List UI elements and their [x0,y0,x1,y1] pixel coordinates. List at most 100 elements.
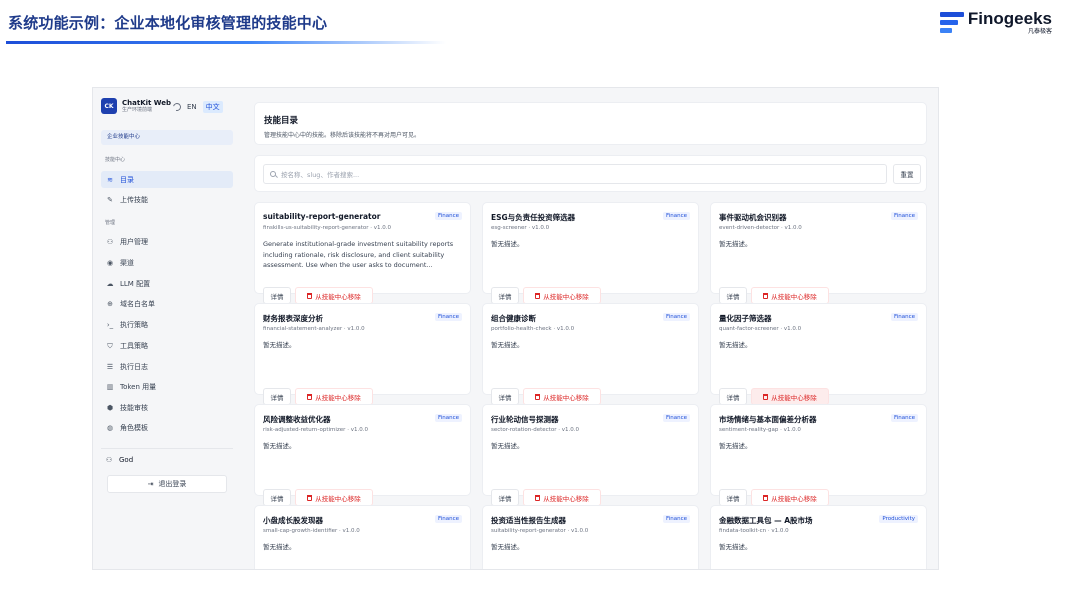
detail-button[interactable]: 详情 [719,388,747,405]
sidebar-item-exec-policy[interactable]: ›_ 执行策略 [101,316,233,333]
lang-zh-toggle[interactable]: 中文 [202,101,223,113]
sidebar-item-label: 角色模板 [120,423,148,432]
page-title: 技能目录 [264,116,299,126]
skill-slug: financial-statement-analyzer · v1.0.0 [263,326,365,332]
search-placeholder: 按名称、slug、作者搜索... [281,171,360,179]
skill-card: 量化因子筛选器 Finance quant-factor-screener · v1… [710,303,927,405]
sidebar-item-upload-skill[interactable]: ✎ 上传技能 [101,191,233,208]
skill-name: 量化因子筛选器 [719,314,772,323]
remove-label: 从技能中心移除 [543,393,589,402]
user-icon: ⚇ [105,456,113,464]
skill-card: 金融数据工具包 — A股市场 Productivity findata-toolki… [710,505,927,569]
trash-icon [307,292,313,299]
skill-description: 暂无描述。 [719,442,752,450]
remove-label: 从技能中心移除 [315,292,361,301]
remove-from-hub-button[interactable]: 从技能中心移除 [751,489,829,506]
sidebar-item-label: LLM 配置 [120,279,151,288]
skill-category-badge: Finance [434,212,462,220]
skill-description: Generate institutional-grade investment … [263,240,454,269]
skill-slug: findata-toolkit-cn · v1.0.0 [719,528,789,534]
list-icon: ☰ [106,362,114,371]
detail-button[interactable]: 详情 [263,388,291,405]
detail-button[interactable]: 详情 [491,489,519,506]
slide-title: 系统功能示例：企业本地化审核管理的技能中心 [8,14,328,32]
bar-chart-icon: ▥ [106,382,114,391]
package-icon: ⬢ [106,403,114,412]
sidebar-item-label: 用户管理 [120,237,148,246]
skill-name: 金融数据工具包 — A股市场 [719,516,813,525]
sidebar-item-label: 执行策略 [120,320,148,329]
skill-description: 暂无描述。 [263,442,296,450]
sidebar-divider [101,448,233,449]
detail-button[interactable]: 详情 [263,489,291,506]
sidebar-item-channels[interactable]: ◉ 渠道 [101,254,233,271]
sidebar-item-llm-config[interactable]: ☁ LLM 配置 [101,275,233,292]
users-icon: ⚇ [106,237,114,246]
detail-button[interactable]: 详情 [263,287,291,304]
skill-category-badge: Finance [890,414,918,422]
skill-name: 财务报表深度分析 [263,314,323,323]
sidebar-item-label: 上传技能 [120,195,148,204]
remove-label: 从技能中心移除 [771,292,817,301]
skill-name: 风险调整收益优化器 [263,415,331,424]
cloud-icon: ☁ [106,279,114,288]
skill-card: 风险调整收益优化器 Finance risk-adjusted-return-opt… [254,404,471,506]
skill-category-badge: Finance [662,212,690,220]
sidebar-item-catalog[interactable]: ≋ 目录 [101,171,233,188]
sidebar-item-tool-policy[interactable]: ⛉ 工具策略 [101,337,233,354]
remove-from-hub-button[interactable]: 从技能中心移除 [523,388,601,405]
sidebar-item-label: 技能审核 [120,403,148,412]
reset-button[interactable]: 重置 [893,164,921,184]
trash-icon [535,494,541,501]
app-window: CK ChatKit Web 生产环境前端 EN 中文 企业技能中心 技能中心 … [92,87,939,570]
sidebar-item-label: 域名白名单 [120,299,155,308]
remove-from-hub-button[interactable]: 从技能中心移除 [523,287,601,304]
skill-description: 暂无描述。 [719,240,752,248]
sidebar-item-domain-whitelist[interactable]: ⊕ 域名白名单 [101,295,233,312]
skill-name: ESG与负责任投资筛选器 [491,213,576,222]
logout-button[interactable]: ⇥ 退出登录 [107,475,227,493]
brand: Finogeeks 凡泰极客 [939,10,1052,35]
remove-from-hub-button[interactable]: 从技能中心移除 [523,489,601,506]
detail-button[interactable]: 详情 [491,388,519,405]
skill-card: 组合健康诊断 Finance portfolio-health-check · v1… [482,303,699,405]
detail-button[interactable]: 详情 [491,287,519,304]
skill-name: 事件驱动机会识别器 [719,213,787,222]
sidebar-item-label: 工具策略 [120,341,148,350]
edit-icon: ✎ [107,195,113,204]
sidebar-item-users[interactable]: ⚇ 用户管理 [101,233,233,250]
enterprise-chip[interactable]: 企业技能中心 [101,130,233,145]
skill-name: 市场情绪与基本面偏差分析器 [719,415,817,424]
detail-button[interactable]: 详情 [719,489,747,506]
skill-category-badge: Productivity [879,515,918,523]
sidebar-item-token-usage[interactable]: ▥ Token 用量 [101,378,233,395]
remove-from-hub-button[interactable]: 从技能中心移除 [295,489,373,506]
skill-slug: finskills-us-suitability-report-generato… [263,225,391,231]
moon-icon[interactable] [171,101,183,113]
skill-card: 财务报表深度分析 Finance financial-statement-analy… [254,303,471,405]
skill-category-badge: Finance [434,414,462,422]
remove-from-hub-button[interactable]: 从技能中心移除 [295,287,373,304]
sidebar-item-exec-logs[interactable]: ☰ 执行日志 [101,358,233,375]
sidebar-item-skill-review[interactable]: ⬢ 技能审核 [101,399,233,416]
trash-icon [535,292,541,299]
app-subtitle: 生产环境前端 [122,106,153,113]
lang-en-toggle[interactable]: EN [187,103,197,111]
sidebar-tools: EN 中文 [171,101,223,113]
remove-from-hub-button[interactable]: 从技能中心移除 [751,287,829,304]
remove-from-hub-button[interactable]: 从技能中心移除 [295,388,373,405]
skill-card: 市场情绪与基本面偏差分析器 Finance sentiment-reality-ga… [710,404,927,506]
skill-card: suitability-report-generator Finance finsk… [254,202,471,304]
remove-label: 从技能中心移除 [315,494,361,503]
skill-category-badge: Finance [662,313,690,321]
detail-button[interactable]: 详情 [719,287,747,304]
skill-category-badge: Finance [434,313,462,321]
skill-description: 暂无描述。 [491,240,524,248]
skill-card: 行业轮动信号探测器 Finance sector-rotation-detector… [482,404,699,506]
user-profile[interactable]: ⚇ God [105,456,133,464]
skill-slug: event-driven-detector · v1.0.0 [719,225,802,231]
remove-from-hub-button[interactable]: 从技能中心移除 [751,388,829,405]
trash-icon [307,393,313,400]
search-input[interactable]: 按名称、slug、作者搜索... [263,164,887,184]
sidebar-item-role-templates[interactable]: ◍ 角色模板 [101,419,233,436]
